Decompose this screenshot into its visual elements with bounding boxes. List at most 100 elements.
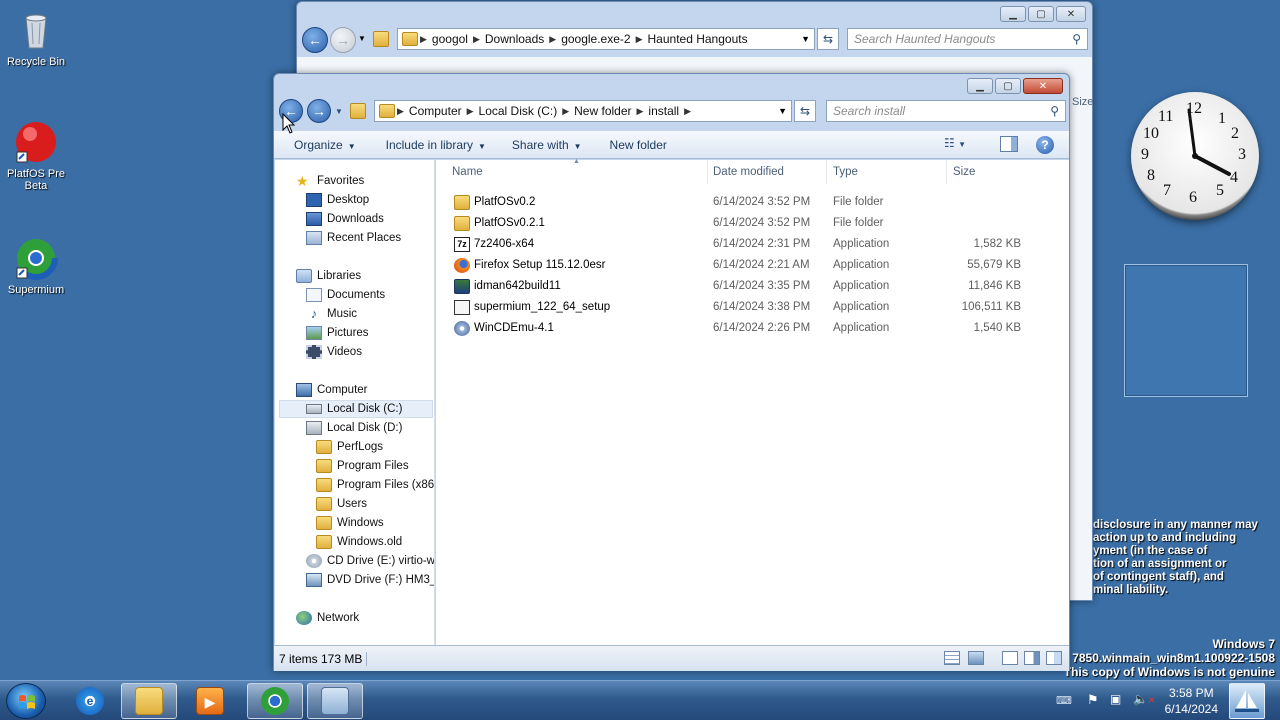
breadcrumb-segment[interactable]: Haunted Hangouts: [643, 32, 753, 46]
breadcrumb-segment[interactable]: googol: [427, 32, 473, 46]
taskbar-media-player[interactable]: ▶: [182, 683, 238, 719]
nav-libraries[interactable]: Libraries: [296, 267, 361, 285]
close-button[interactable]: ✕: [1023, 78, 1063, 94]
file-row[interactable]: Firefox Setup 115.12.0esr 6/14/2024 2:21…: [436, 255, 1056, 275]
file-row[interactable]: PlatfOSv0.2.1 6/14/2024 3:52 PM File fold…: [436, 213, 1056, 233]
build-watermark: Windows 7 7850.winmain_win8m1.100922-150…: [1063, 637, 1275, 679]
maximize-button[interactable]: ▢: [995, 78, 1021, 94]
layout-preview-icon[interactable]: [1046, 651, 1062, 665]
nav-documents[interactable]: Documents: [306, 286, 385, 304]
breadcrumb-segment[interactable]: google.exe-2: [556, 32, 635, 46]
help-icon[interactable]: ?: [1036, 136, 1054, 154]
music-icon: ♪: [310, 306, 318, 321]
recent-pages-dropdown-icon[interactable]: ▼: [335, 107, 343, 116]
nav-perflogs[interactable]: PerfLogs: [316, 438, 383, 456]
nav-dvd-drive[interactable]: DVD Drive (F:) HM3_C: [306, 571, 434, 589]
nav-pictures[interactable]: Pictures: [306, 324, 369, 342]
desktop-icon-supermium[interactable]: Supermium: [1, 236, 71, 296]
taskbar-explorer[interactable]: [121, 683, 177, 719]
nav-cd-drive[interactable]: CD Drive (E:) virtio-win: [306, 552, 434, 570]
nav-recent-places[interactable]: Recent Places: [306, 229, 401, 247]
gadget-frame[interactable]: [1124, 264, 1248, 397]
file-row[interactable]: supermium_122_64_setup 6/14/2024 3:38 PM…: [436, 297, 1056, 317]
nav-desktop[interactable]: Desktop: [306, 191, 369, 209]
clock-gadget[interactable]: 12 1 2 3 4 5 6 7 8 9 10 11: [1131, 92, 1259, 220]
minimize-button[interactable]: ▁: [1000, 6, 1026, 22]
taskbar-supermium[interactable]: [247, 683, 303, 719]
recent-pages-dropdown-icon[interactable]: ▼: [358, 34, 366, 43]
nav-program-files[interactable]: Program Files: [316, 457, 409, 475]
drive-icon: [306, 421, 322, 435]
breadcrumb-computer[interactable]: Computer: [404, 104, 467, 118]
address-bar[interactable]: ▶ Computer ▶ Local Disk (C:) ▶ New folder ▶…: [374, 100, 792, 122]
wincdemu-icon: [454, 320, 470, 336]
file-row[interactable]: 7z 7z2406-x64 6/14/2024 2:31 PM Applicatio…: [436, 234, 1056, 254]
up-folder-icon[interactable]: [373, 31, 389, 47]
details-view-icon[interactable]: [944, 651, 960, 665]
forward-button[interactable]: →: [330, 27, 356, 53]
change-view-button[interactable]: ☷ ▼: [944, 136, 984, 154]
show-desktop-button[interactable]: [1229, 683, 1265, 719]
nav-windows[interactable]: Windows: [316, 514, 384, 532]
search-input[interactable]: Search Haunted Hangouts ⚲: [847, 28, 1088, 50]
libraries-icon: [296, 269, 312, 283]
action-center-flag-icon[interactable]: ⚑: [1087, 692, 1099, 708]
breadcrumb-local-disk[interactable]: Local Disk (C:): [474, 104, 563, 118]
include-in-library-button[interactable]: Include in library ▼: [374, 138, 498, 152]
thumbnail-view-icon[interactable]: [968, 651, 984, 665]
new-folder-button[interactable]: New folder: [598, 138, 679, 152]
nav-network[interactable]: Network: [296, 609, 359, 627]
file-row[interactable]: WinCDEmu-4.1 6/14/2024 2:26 PM Applicatio…: [436, 318, 1056, 338]
search-input[interactable]: Search install ⚲: [826, 100, 1066, 122]
volume-muted-icon[interactable]: 🔈✕: [1133, 692, 1156, 706]
breadcrumb-segment[interactable]: Downloads: [480, 32, 549, 46]
nav-computer[interactable]: Computer: [296, 381, 368, 399]
column-header-type[interactable]: Type: [827, 160, 947, 184]
layout-split-icon[interactable]: [1024, 651, 1040, 665]
file-row[interactable]: idman642build11 6/14/2024 3:35 PM Applica…: [436, 276, 1056, 296]
nav-local-disk-d[interactable]: Local Disk (D:): [306, 419, 402, 437]
file-row[interactable]: PlatfOSv0.2 6/14/2024 3:52 PM File folder: [436, 192, 1056, 212]
address-bar[interactable]: ▶ googol ▶ Downloads ▶ google.exe-2 ▶ Haunte…: [397, 28, 815, 50]
firefox-icon: [454, 257, 470, 273]
desktop-icon: [306, 193, 322, 207]
forward-button[interactable]: →: [307, 99, 331, 123]
keyboard-icon[interactable]: ⌨: [1056, 694, 1072, 707]
column-header-size[interactable]: Size: [947, 160, 1027, 184]
maximize-button[interactable]: ▢: [1028, 6, 1054, 22]
chevron-down-icon: ▼: [347, 141, 356, 151]
back-button[interactable]: ←: [302, 27, 328, 53]
layout-single-icon[interactable]: [1002, 651, 1018, 665]
nav-music[interactable]: ♪ Music: [306, 305, 357, 323]
red-sphere-icon: [14, 120, 58, 164]
taskbar-internet-explorer[interactable]: e: [62, 683, 118, 719]
nav-windows-old[interactable]: Windows.old: [316, 533, 402, 551]
taskbar-installer[interactable]: [307, 683, 363, 719]
start-button[interactable]: [6, 683, 46, 719]
nav-program-files-x86[interactable]: Program Files (x86): [316, 476, 434, 494]
nav-local-disk-c[interactable]: Local Disk (C:): [279, 400, 433, 418]
close-button[interactable]: ✕: [1056, 6, 1086, 22]
preview-pane-button[interactable]: [1000, 136, 1018, 152]
column-header-date[interactable]: Date modified: [707, 160, 827, 184]
nav-downloads[interactable]: Downloads: [306, 210, 384, 228]
explorer-window[interactable]: ▁ ▢ ✕ ← → ▼ ▶ Computer ▶ Local Disk (C:) ▶…: [273, 73, 1070, 671]
desktop-icon-label: PlatfOS Pre Beta: [6, 168, 66, 192]
network-tray-icon[interactable]: ▣: [1110, 692, 1121, 706]
nav-users[interactable]: Users: [316, 495, 367, 513]
nav-favorites[interactable]: ★ Favorites: [296, 172, 364, 190]
desktop-icon-platfos[interactable]: PlatfOS Pre Beta: [1, 120, 71, 192]
system-clock[interactable]: 3:58 PM 6/14/2024: [1165, 685, 1218, 717]
organize-button[interactable]: Organize ▼: [274, 138, 368, 152]
breadcrumb-install[interactable]: install: [643, 104, 684, 118]
nav-videos[interactable]: Videos: [306, 343, 362, 361]
refresh-button[interactable]: ⇆: [794, 100, 816, 122]
address-dropdown-icon[interactable]: ▼: [801, 34, 810, 44]
breadcrumb-new-folder[interactable]: New folder: [569, 104, 636, 118]
share-with-button[interactable]: Share with ▼: [500, 138, 594, 152]
up-folder-icon[interactable]: [350, 103, 366, 119]
desktop-icon-recycle-bin[interactable]: Recycle Bin: [1, 8, 71, 68]
address-dropdown-icon[interactable]: ▼: [778, 106, 787, 116]
refresh-button[interactable]: ⇆: [817, 28, 839, 50]
minimize-button[interactable]: ▁: [967, 78, 993, 94]
